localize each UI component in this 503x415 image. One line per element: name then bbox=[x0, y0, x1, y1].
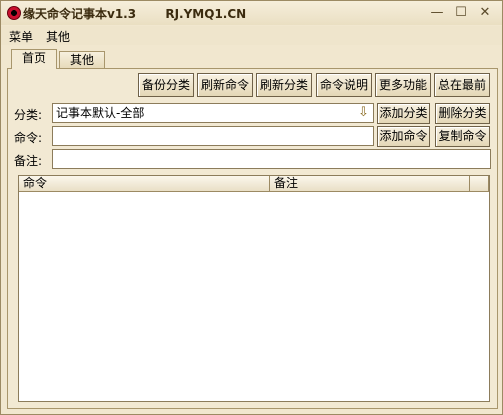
backup-category-button[interactable]: 备份分类 bbox=[138, 73, 194, 97]
add-category-button[interactable]: 添加分类 bbox=[377, 103, 430, 124]
app-window: 缘天命令记事本v1.3 RJ.YMQ1.CN — ☐ ✕ 菜单 其他 首页 其他… bbox=[0, 0, 503, 415]
tab-page-home: 备份分类 刷新命令 刷新分类 命令说明 更多功能 总在最前 分类: 记事本默认-… bbox=[7, 68, 498, 409]
app-icon bbox=[7, 6, 21, 20]
category-select[interactable]: 记事本默认-全部 ⇩ bbox=[52, 103, 374, 123]
category-selected-value: 记事本默认-全部 bbox=[56, 106, 145, 120]
window-title: 缘天命令记事本v1.3 RJ.YMQ1.CN bbox=[23, 7, 247, 21]
close-icon[interactable]: ✕ bbox=[477, 5, 493, 21]
column-header-note[interactable]: 备注 bbox=[270, 176, 470, 192]
menu-item-other[interactable]: 其他 bbox=[46, 28, 70, 45]
minimize-icon[interactable]: — bbox=[429, 5, 445, 21]
tab-home[interactable]: 首页 bbox=[11, 49, 57, 69]
refresh-command-button[interactable]: 刷新命令 bbox=[197, 73, 253, 97]
tab-other[interactable]: 其他 bbox=[59, 51, 105, 69]
menu-bar: 菜单 其他 bbox=[1, 26, 502, 45]
list-header: 命令 备注 bbox=[19, 176, 489, 192]
add-command-button[interactable]: 添加命令 bbox=[377, 126, 430, 147]
menu-item-main[interactable]: 菜单 bbox=[9, 28, 33, 45]
category-label: 分类: bbox=[14, 108, 43, 122]
note-label: 备注: bbox=[14, 154, 43, 168]
command-list[interactable]: 命令 备注 bbox=[18, 175, 490, 402]
refresh-category-button[interactable]: 刷新分类 bbox=[256, 73, 312, 97]
command-help-button[interactable]: 命令说明 bbox=[316, 73, 372, 97]
maximize-icon[interactable]: ☐ bbox=[453, 5, 469, 21]
always-on-top-button[interactable]: 总在最前 bbox=[434, 73, 490, 97]
command-label: 命令: bbox=[14, 131, 43, 145]
site-url: RJ.YMQ1.CN bbox=[165, 7, 247, 21]
title-bar[interactable]: 缘天命令记事本v1.3 RJ.YMQ1.CN — ☐ ✕ bbox=[1, 1, 502, 25]
copy-command-button[interactable]: 复制命令 bbox=[435, 126, 490, 147]
column-header-filler bbox=[470, 176, 489, 192]
column-header-command[interactable]: 命令 bbox=[19, 176, 270, 192]
delete-category-button[interactable]: 删除分类 bbox=[435, 103, 490, 124]
note-input[interactable] bbox=[52, 149, 491, 169]
more-features-button[interactable]: 更多功能 bbox=[375, 73, 431, 97]
command-input[interactable] bbox=[52, 126, 374, 146]
chevron-down-icon[interactable]: ⇩ bbox=[355, 105, 372, 121]
